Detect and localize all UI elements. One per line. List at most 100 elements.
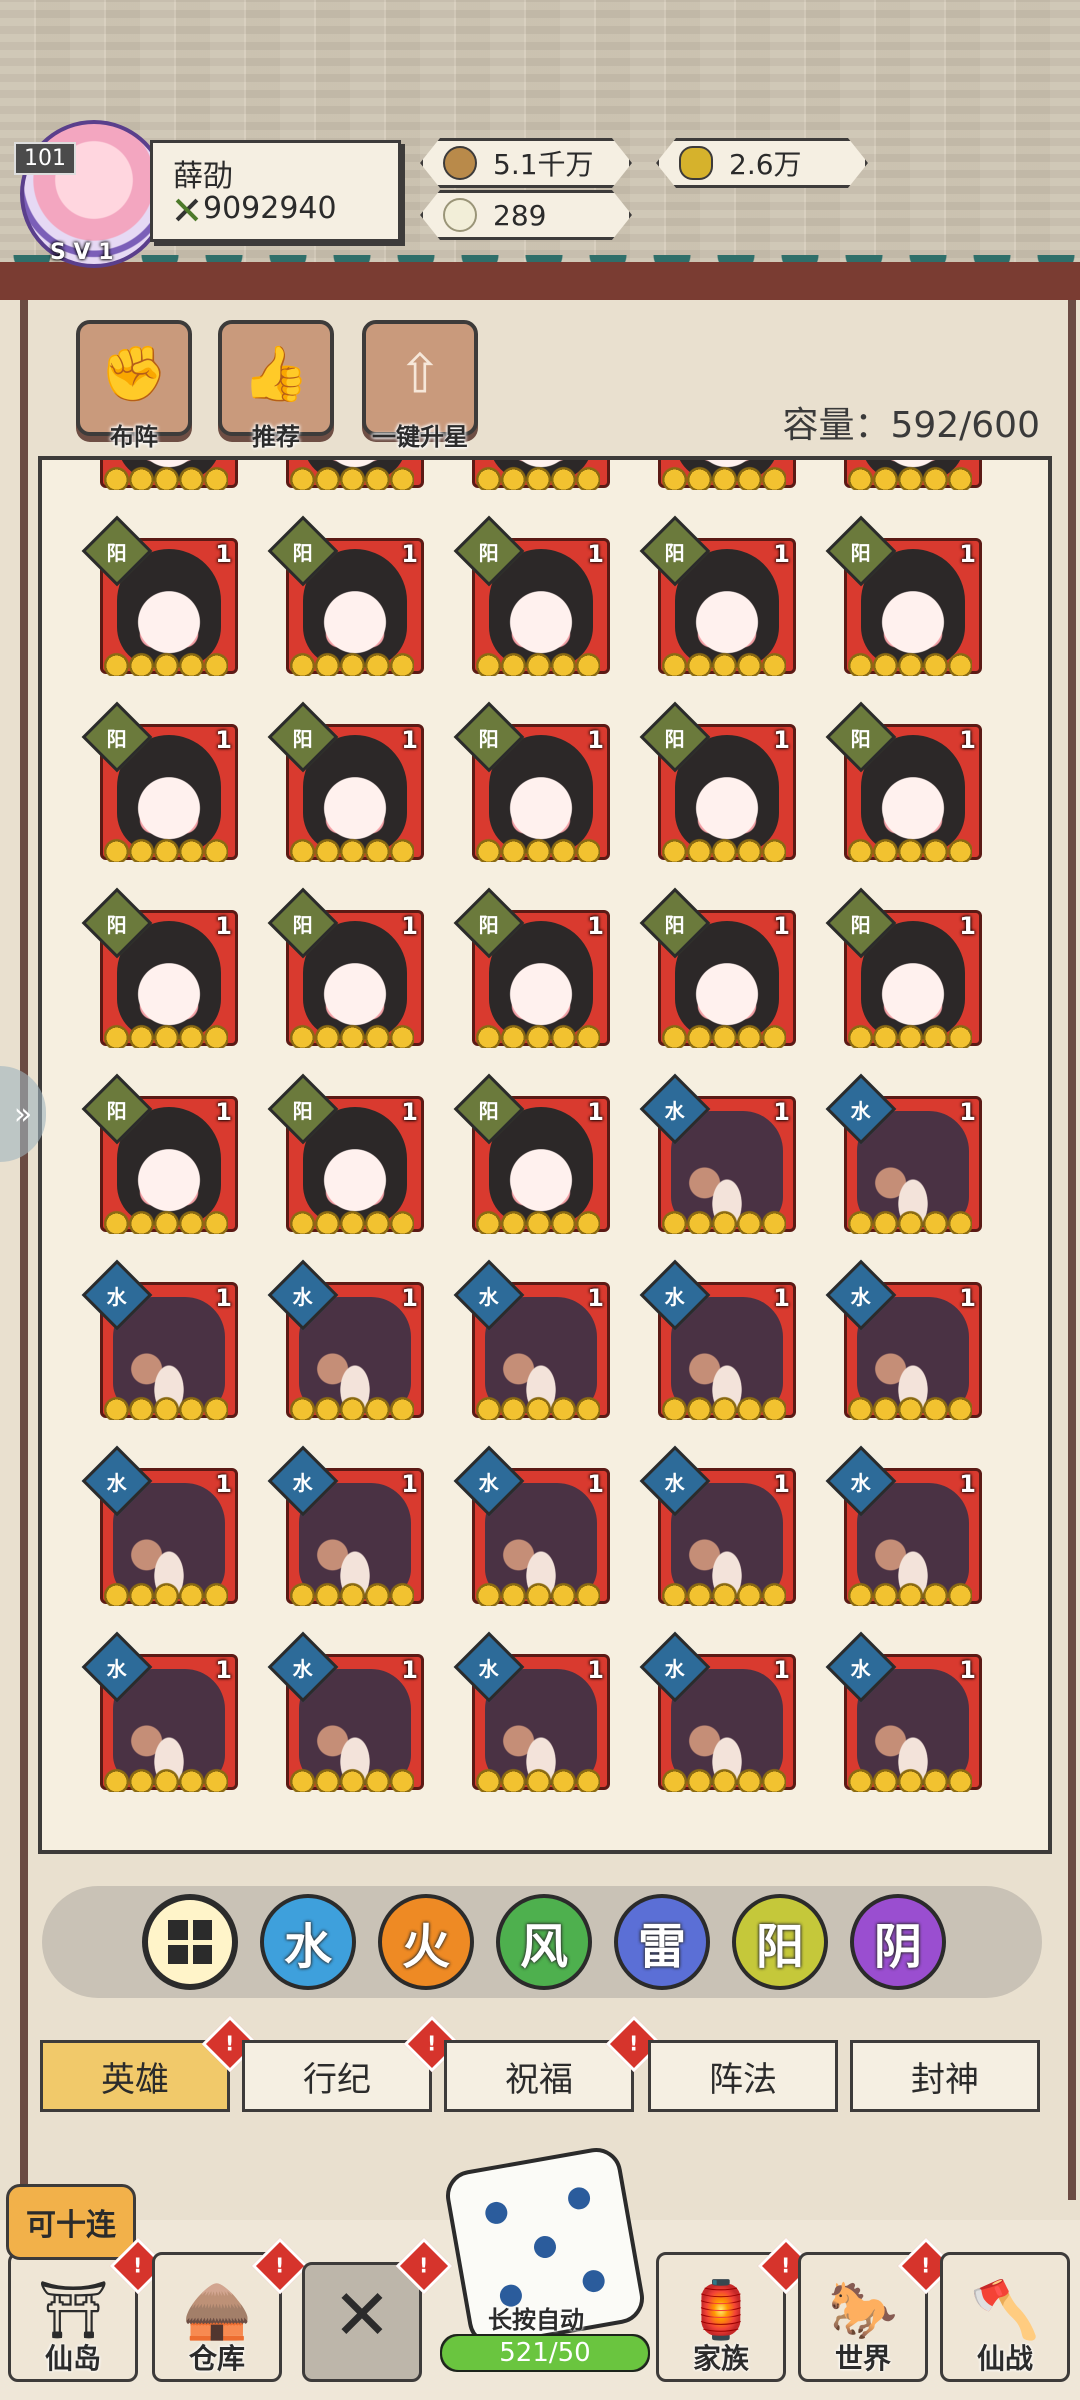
- gourd-rating-icon: [104, 650, 228, 676]
- nav-immortal-war[interactable]: 🪓 仙战: [940, 2252, 1070, 2382]
- hero-card[interactable]: 阳1: [453, 887, 610, 1048]
- hero-card[interactable]: 水1: [825, 1259, 982, 1420]
- pearl-resource[interactable]: 289: [420, 190, 632, 240]
- tab-1[interactable]: 行纪: [242, 2040, 432, 2112]
- haystack-icon: 🛖: [182, 2277, 252, 2343]
- hero-card[interactable]: 水1: [81, 1631, 238, 1792]
- hero-card[interactable]: 阳1: [92, 460, 238, 490]
- hero-star-count: 1: [959, 1656, 976, 1684]
- hero-card[interactable]: 水1: [267, 1259, 424, 1420]
- hero-card[interactable]: 阳1: [453, 1073, 610, 1234]
- hero-card[interactable]: 水1: [453, 1631, 610, 1792]
- hero-card[interactable]: 水1: [639, 1445, 796, 1606]
- pearl-value: 289: [493, 198, 547, 232]
- hero-star-count: 1: [401, 1098, 418, 1126]
- coin-resource[interactable]: 5.1千万: [420, 138, 632, 188]
- hero-card[interactable]: 阳1: [267, 515, 424, 676]
- star-up-button[interactable]: ⇧ 一键升星: [362, 320, 478, 451]
- tab-label: 封神: [911, 2059, 979, 2100]
- hero-card[interactable]: 水1: [267, 1445, 424, 1606]
- hero-card[interactable]: 水1: [825, 1445, 982, 1606]
- hero-card[interactable]: 阳1: [650, 460, 796, 490]
- gold-resource[interactable]: 2.6万: [656, 138, 868, 188]
- gourd-rating-icon: [848, 1766, 972, 1792]
- hero-card[interactable]: 水1: [81, 1445, 238, 1606]
- formation-button[interactable]: ✊ 布阵: [76, 320, 192, 451]
- tab-0[interactable]: 英雄: [40, 2040, 230, 2112]
- dice-hold-label: 长按自动: [488, 2306, 584, 2334]
- player-power: 9092940: [173, 191, 337, 226]
- hero-star-count: 1: [401, 540, 418, 568]
- hero-card[interactable]: 阳1: [825, 515, 982, 676]
- player-name: 薛劭: [173, 159, 233, 194]
- hero-card[interactable]: 阳1: [278, 460, 424, 490]
- gourd-rating-icon: [662, 836, 786, 862]
- hero-star-count: 1: [587, 1098, 604, 1126]
- hero-card[interactable]: 阳1: [464, 460, 610, 490]
- hero-card[interactable]: 水1: [453, 1259, 610, 1420]
- hero-card[interactable]: 水1: [639, 1631, 796, 1792]
- nav-world-label: 世界: [834, 2342, 891, 2375]
- filter-wind-button[interactable]: 风: [496, 1894, 592, 1990]
- hero-card[interactable]: 水1: [639, 1073, 796, 1234]
- hero-card[interactable]: 阳1: [453, 701, 610, 862]
- hero-card[interactable]: 阳1: [639, 701, 796, 862]
- gourd-rating-icon: [662, 1580, 786, 1606]
- hero-card[interactable]: 水1: [81, 1259, 238, 1420]
- hero-card[interactable]: 阳1: [639, 887, 796, 1048]
- hero-card[interactable]: 阳1: [81, 515, 238, 676]
- ten-pull-badge[interactable]: 可十连: [6, 2184, 136, 2260]
- fist-icon: ✊: [100, 341, 168, 405]
- gourd-rating-icon: [290, 1580, 414, 1606]
- hero-card[interactable]: 阳1: [267, 887, 424, 1048]
- hero-card[interactable]: 阳1: [836, 460, 982, 490]
- gourd-rating-icon: [476, 650, 600, 676]
- filter-yang-label: 阳: [755, 1919, 804, 1975]
- nav-immortal-war-label: 仙战: [976, 2342, 1033, 2375]
- tab-2[interactable]: 祝福: [444, 2040, 634, 2112]
- filter-water-button[interactable]: 水: [260, 1894, 356, 1990]
- player-info-box[interactable]: 薛劭 9092940: [150, 140, 401, 242]
- hero-card[interactable]: 水1: [639, 1259, 796, 1420]
- tab-4[interactable]: 封神: [850, 2040, 1040, 2112]
- filter-thunder-button[interactable]: 雷: [614, 1894, 710, 1990]
- filter-yang-button[interactable]: 阳: [732, 1894, 828, 1990]
- hero-card[interactable]: 阳1: [453, 515, 610, 676]
- filter-yin-label: 阴: [873, 1919, 922, 1975]
- energy-bar: 521/50: [440, 2334, 650, 2372]
- player-level-badge: 101: [14, 142, 76, 175]
- hero-card[interactable]: 阳1: [825, 701, 982, 862]
- chevron-right-icon: »: [13, 1096, 33, 1132]
- hero-card[interactable]: 阳1: [267, 701, 424, 862]
- filter-all-button[interactable]: [142, 1894, 238, 1990]
- thumbs-up-icon: 👍: [242, 341, 310, 405]
- hero-card[interactable]: 阳1: [639, 515, 796, 676]
- banner-icon: 🏮: [686, 2277, 756, 2343]
- nav-battle-mode[interactable]: ✕: [302, 2262, 422, 2382]
- recommend-button[interactable]: 👍 推荐: [218, 320, 334, 451]
- hero-card[interactable]: 水1: [453, 1445, 610, 1606]
- hero-star-count: 1: [773, 1470, 790, 1498]
- gourd-rating-icon: [848, 464, 972, 490]
- hero-card[interactable]: 阳1: [81, 1073, 238, 1234]
- hero-card[interactable]: 水1: [825, 1073, 982, 1234]
- hero-grid[interactable]: 阳1阳1阳1阳1阳1阳1阳1阳1阳1阳1阳1阳1阳1阳1阳1阳1阳1阳1阳1阳1…: [38, 456, 1052, 1854]
- hero-card[interactable]: 阳1: [81, 887, 238, 1048]
- capacity-text: 容量：592/600: [782, 405, 1040, 446]
- star-up-label: 一键升星: [372, 423, 468, 451]
- hero-card[interactable]: 水1: [267, 1631, 424, 1792]
- filter-fire-button[interactable]: 火: [378, 1894, 474, 1990]
- coin-icon: [443, 146, 477, 180]
- gourd-rating-icon: [290, 1394, 414, 1420]
- hero-card[interactable]: 水1: [825, 1631, 982, 1792]
- hero-card[interactable]: 阳1: [81, 701, 238, 862]
- crossed-swords-icon: ✕: [332, 2274, 392, 2357]
- tab-3[interactable]: 阵法: [648, 2040, 838, 2112]
- gourd-rating-icon: [290, 1208, 414, 1234]
- hero-card[interactable]: 阳1: [825, 887, 982, 1048]
- hero-star-count: 1: [215, 1098, 232, 1126]
- gourd-rating-icon: [848, 1208, 972, 1234]
- gourd-rating-icon: [662, 464, 786, 490]
- filter-yin-button[interactable]: 阴: [850, 1894, 946, 1990]
- hero-card[interactable]: 阳1: [267, 1073, 424, 1234]
